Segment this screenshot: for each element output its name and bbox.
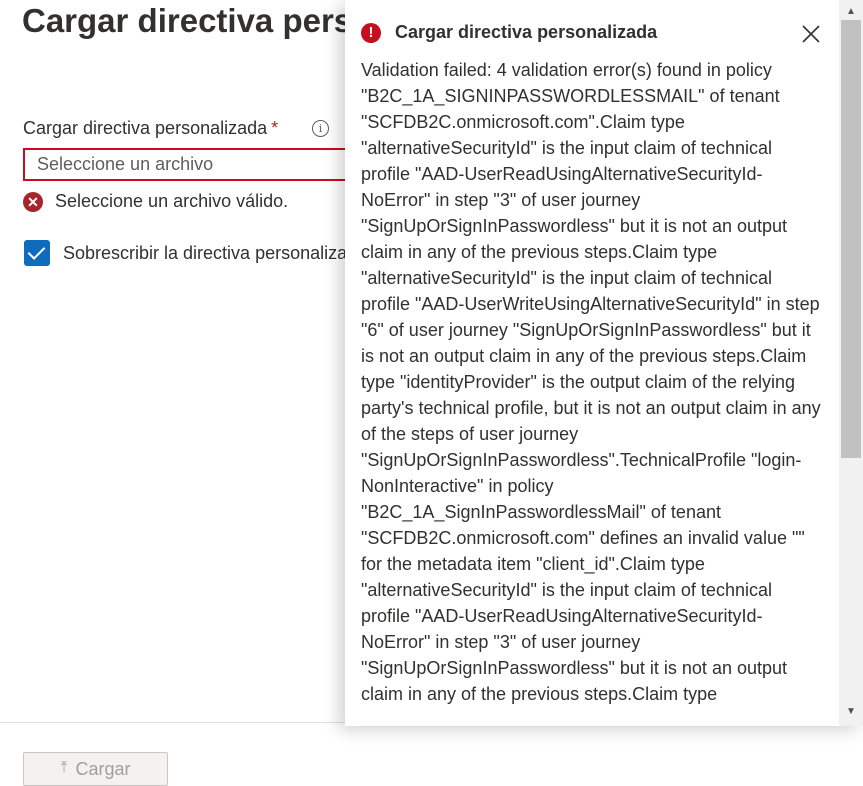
notification-message: Validation failed: 4 validation error(s)…: [361, 60, 821, 704]
close-icon[interactable]: [799, 22, 823, 46]
file-field-label: Cargar directiva personalizada *: [23, 118, 278, 139]
info-icon[interactable]: i: [312, 120, 329, 137]
notification-header: ! Cargar directiva personalizada: [361, 22, 657, 43]
notification-panel: ! Cargar directiva personalizada Validat…: [345, 0, 863, 726]
file-input-placeholder: Seleccione un archivo: [37, 154, 214, 174]
scroll-up-icon[interactable]: ▲: [839, 2, 863, 22]
error-icon: ✕: [23, 191, 43, 212]
error-status-icon: !: [361, 22, 381, 43]
notification-scrollbar[interactable]: ▲ ▼: [839, 0, 863, 726]
overwrite-checkbox[interactable]: [24, 240, 50, 266]
validation-error: ✕ Seleccione un archivo válido.: [23, 191, 288, 212]
required-marker: *: [271, 118, 279, 138]
upload-button[interactable]: ⤒ Cargar: [23, 752, 168, 786]
error-text: Seleccione un archivo válido.: [55, 191, 289, 211]
scroll-thumb[interactable]: [841, 20, 861, 458]
notification-title: Cargar directiva personalizada: [395, 22, 658, 42]
file-field-label-text: Cargar directiva personalizada: [23, 118, 268, 138]
file-select-input[interactable]: Seleccione un archivo: [23, 148, 363, 181]
upload-icon: ⤒: [60, 759, 68, 776]
scroll-down-icon[interactable]: ▼: [839, 702, 863, 722]
